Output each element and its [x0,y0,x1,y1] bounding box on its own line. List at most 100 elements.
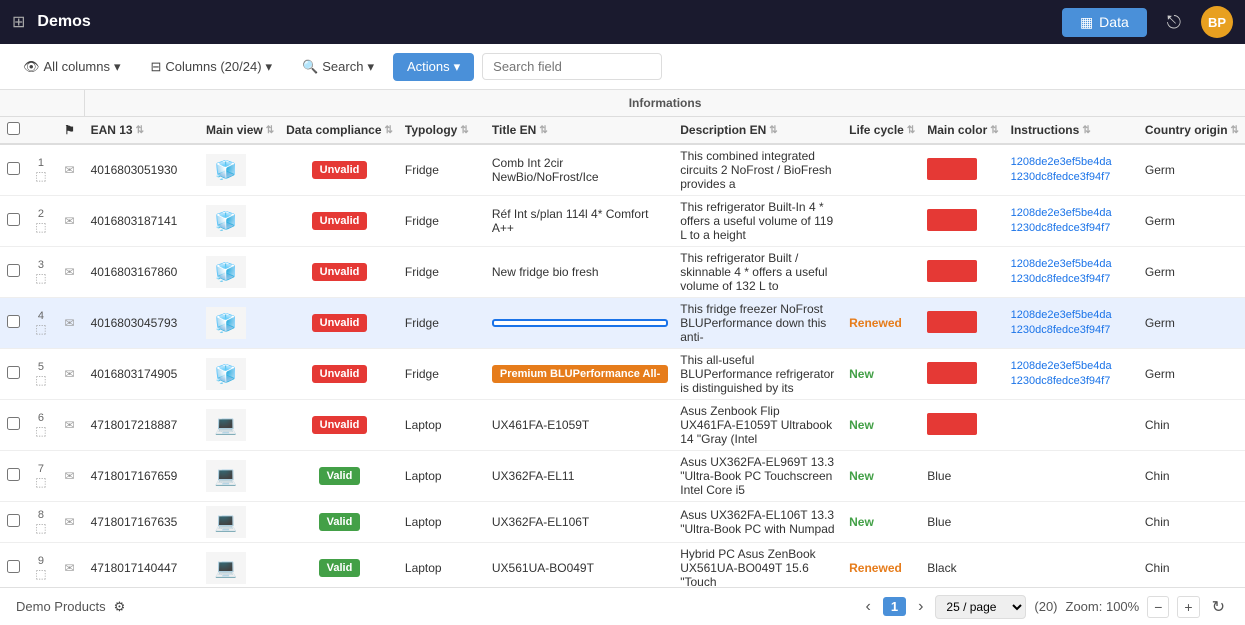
row-actions-icon[interactable]: ⬚ [33,373,48,387]
data-button[interactable]: ▦ Data [1062,8,1147,37]
row-checkbox[interactable] [7,264,20,277]
grid-icon[interactable]: ⊞ [12,12,25,32]
col-header-ean[interactable]: EAN 13 ⇅ [85,117,200,145]
sort-icon-desc-en[interactable]: ⇅ [769,125,777,136]
row-lifecycle-cell: New [843,502,921,543]
per-page-select[interactable]: 25 / page 50 / page 100 / page [935,595,1026,619]
instruction-link[interactable]: 1208de2e3ef5be4da [1011,155,1133,170]
sort-icon-instructions[interactable]: ⇅ [1082,125,1090,136]
row-num-cell: 8 ⬚ [27,502,54,543]
row-actions-icon[interactable]: ⬚ [33,424,48,438]
col-header-typology[interactable]: Typology ⇅ [399,117,486,145]
row-checkbox[interactable] [7,417,20,430]
sort-icon-ean[interactable]: ⇅ [136,125,144,136]
row-checkbox-cell[interactable] [0,400,27,451]
mail-icon[interactable]: ✉ [65,265,75,279]
search-input[interactable] [482,53,662,80]
prev-page-button[interactable]: ‹ [862,596,875,618]
row-checkbox[interactable] [7,213,20,226]
row-checkbox[interactable] [7,514,20,527]
row-checkbox-cell[interactable] [0,298,27,349]
instruction-link[interactable]: 1230dc8fedce3f94f7 [1011,170,1133,185]
row-actions-icon[interactable]: ⬚ [33,521,48,535]
col-header-compliance[interactable]: Data compliance ⇅ [280,117,399,145]
mail-icon[interactable]: ✉ [65,515,75,529]
sort-icon-compliance[interactable]: ⇅ [385,125,393,136]
zoom-in-button[interactable]: + [1177,596,1199,618]
refresh-button[interactable]: ↻ [1208,595,1229,619]
col-header-check[interactable] [0,117,27,145]
all-columns-button[interactable]: 👁 All columns ▾ [12,53,132,81]
lifecycle-cell: New [849,367,874,381]
instruction-link[interactable]: 1230dc8fedce3f94f7 [1011,221,1133,236]
table-row: 3 ⬚ ✉ 4016803167860 🧊 Unvalid Fridge New… [0,247,1245,298]
title-edit-cell[interactable] [492,319,668,327]
row-checkbox-cell[interactable] [0,196,27,247]
row-actions-icon[interactable]: ⬚ [33,169,48,183]
next-page-button[interactable]: › [914,596,927,618]
col-header-desc-en[interactable]: Description EN ⇅ [674,117,843,145]
row-checkbox[interactable] [7,315,20,328]
row-color-cell: Black [921,543,1004,588]
mail-icon[interactable]: ✉ [65,469,75,483]
col-header-mainview[interactable]: Main view ⇅ [200,117,280,145]
instruction-link[interactable]: 1208de2e3ef5be4da [1011,206,1133,221]
title-en-cell: UX461FA-E1059T [492,418,589,432]
mail-icon[interactable]: ✉ [65,316,75,330]
row-actions-icon[interactable]: ⬚ [33,322,48,336]
mail-icon[interactable]: ✉ [65,367,75,381]
sort-icon-typology[interactable]: ⇅ [460,125,468,136]
col-header-title-en[interactable]: Title EN ⇅ [486,117,674,145]
sort-icon-country[interactable]: ⇅ [1231,125,1239,136]
sort-icon-lifecycle[interactable]: ⇅ [907,125,915,136]
row-flags-cell: ✉ [55,400,85,451]
row-checkbox[interactable] [7,560,20,573]
row-country-cell: Germ [1139,144,1245,196]
search-button[interactable]: 🔍 Search ▾ [291,53,385,81]
mail-icon[interactable]: ✉ [65,163,75,177]
row-checkbox-cell[interactable] [0,502,27,543]
row-ean-cell: 4016803045793 [85,298,200,349]
col-header-instructions[interactable]: Instructions ⇅ [1005,117,1139,145]
row-checkbox[interactable] [7,162,20,175]
mail-icon[interactable]: ✉ [65,214,75,228]
row-actions-icon[interactable]: ⬚ [33,567,48,581]
sort-icon-mainview[interactable]: ⇅ [266,125,274,136]
row-checkbox-cell[interactable] [0,349,27,400]
columns-button[interactable]: ⊟ Columns (20/24) ▾ [140,53,284,81]
avatar[interactable]: BP [1201,6,1233,38]
row-checkbox-cell[interactable] [0,543,27,588]
row-checkbox[interactable] [7,468,20,481]
row-ean-cell: 4718017167635 [85,502,200,543]
zoom-out-button[interactable]: − [1147,596,1169,618]
row-actions-icon[interactable]: ⬚ [33,271,48,285]
select-all-checkbox[interactable] [7,122,20,135]
row-desc-cell: Asus UX362FA-EL969T 13.3 "Ultra-Book PC … [674,451,843,502]
col-header-color[interactable]: Main color ⇅ [921,117,1004,145]
instruction-link[interactable]: 1208de2e3ef5be4da [1011,359,1133,374]
instruction-link[interactable]: 1208de2e3ef5be4da [1011,257,1133,272]
table-row: 5 ⬚ ✉ 4016803174905 🧊 Unvalid Fridge Pre… [0,349,1245,400]
row-checkbox-cell[interactable] [0,451,27,502]
col-header-lifecycle[interactable]: Life cycle ⇅ [843,117,921,145]
row-checkbox-cell[interactable] [0,247,27,298]
settings-button[interactable]: ⚙ [112,597,128,617]
sort-icon-color[interactable]: ⇅ [990,125,998,136]
sort-icon-title-en[interactable]: ⇅ [539,125,547,136]
row-desc-cell: This refrigerator Built / skinnable 4 * … [674,247,843,298]
nav-network-button[interactable]: ⎋ [1159,8,1189,37]
row-actions-icon[interactable]: ⬚ [33,475,48,489]
row-actions-icon[interactable]: ⬚ [33,220,48,234]
instruction-link[interactable]: 1230dc8fedce3f94f7 [1011,374,1133,389]
actions-button[interactable]: Actions ▾ [393,53,474,81]
row-checkbox-cell[interactable] [0,144,27,196]
instruction-link[interactable]: 1208de2e3ef5be4da [1011,308,1133,323]
instruction-link[interactable]: 1230dc8fedce3f94f7 [1011,272,1133,287]
col-header-country[interactable]: Country origin ⇅ [1139,117,1245,145]
instruction-link[interactable]: 1230dc8fedce3f94f7 [1011,323,1133,338]
mail-icon[interactable]: ✉ [65,561,75,575]
eye-icon: 👁 [23,59,40,75]
mail-icon[interactable]: ✉ [65,418,75,432]
row-checkbox[interactable] [7,366,20,379]
row-title-cell: UX461FA-E1059T [486,400,674,451]
